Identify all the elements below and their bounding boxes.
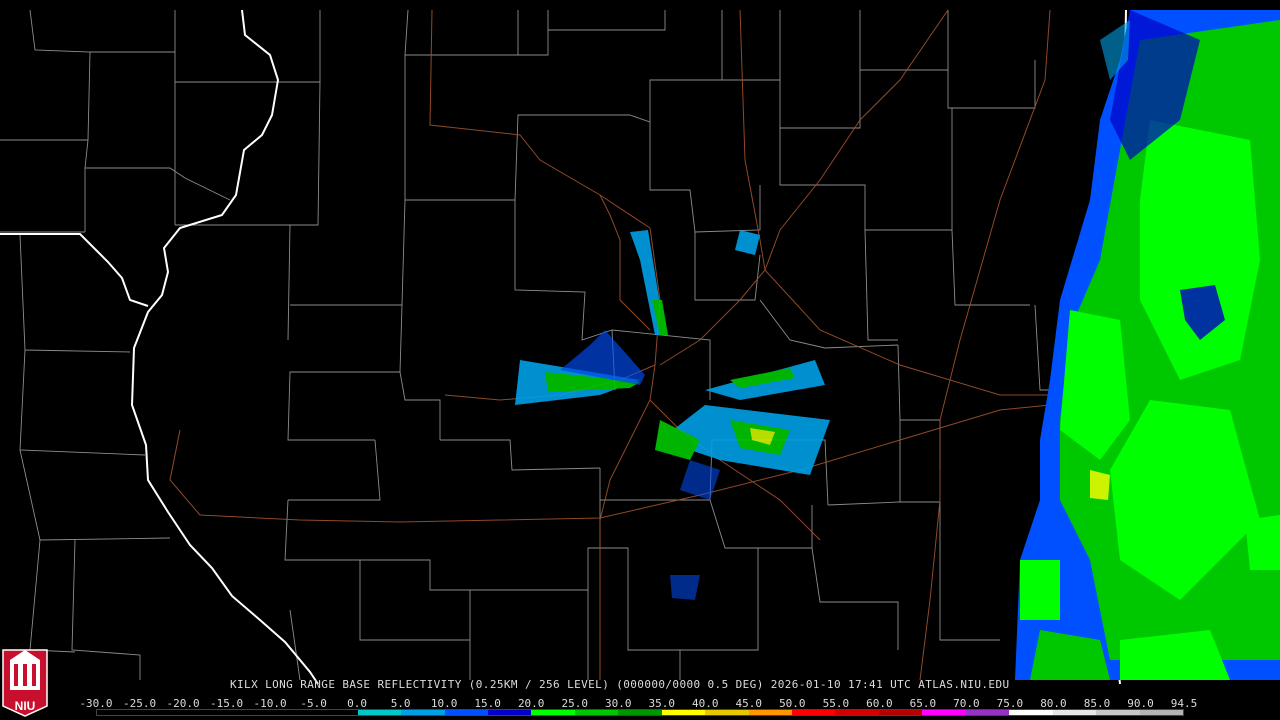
colorbar-swatch	[792, 710, 836, 715]
colorbar-swatch	[748, 710, 792, 715]
highways	[169, 9, 1080, 681]
colorbar-swatch	[618, 710, 662, 715]
state-borders	[0, 9, 1138, 685]
colorbar-swatch	[531, 710, 575, 715]
colorbar-swatch	[183, 710, 228, 715]
colorbar-swatch	[965, 710, 1010, 715]
colorbar-swatch	[1139, 710, 1183, 715]
colorbar-swatch	[1052, 710, 1097, 715]
colorbar-swatch	[661, 710, 706, 715]
colorbar-swatch	[922, 710, 966, 715]
colorbar-swatch	[270, 710, 315, 715]
colorbar-swatch	[835, 710, 879, 715]
colorbar-swatch	[574, 710, 619, 715]
product-caption: KILX LONG RANGE BASE REFLECTIVITY (0.25K…	[230, 678, 1010, 691]
precipitation-area-east	[1015, 10, 1280, 680]
reflectivity-colorbar	[96, 709, 1184, 716]
colorbar-swatch	[444, 710, 488, 715]
colorbar-swatch	[401, 710, 445, 715]
colorbar-tick-labels: -30.0 -25.0 -20.0 -15.0 -10.0 -5.0 0.0 5.0 10.0 1…	[79, 697, 1197, 710]
colorbar-swatch	[227, 710, 271, 715]
colorbar-swatch	[705, 710, 749, 715]
colorbar-swatch	[314, 710, 358, 715]
logo-text: NIU	[15, 699, 36, 713]
radar-map: NIU	[0, 9, 1280, 717]
colorbar-swatch	[1009, 710, 1053, 715]
colorbar-swatch	[357, 710, 402, 715]
colorbar-swatch	[97, 710, 141, 715]
colorbar-swatch	[140, 710, 184, 715]
ground-clutter	[515, 230, 830, 600]
niu-logo: NIU	[2, 649, 48, 717]
colorbar-swatch	[487, 710, 532, 715]
colorbar-swatch	[878, 710, 923, 715]
colorbar-swatch	[1096, 710, 1140, 715]
